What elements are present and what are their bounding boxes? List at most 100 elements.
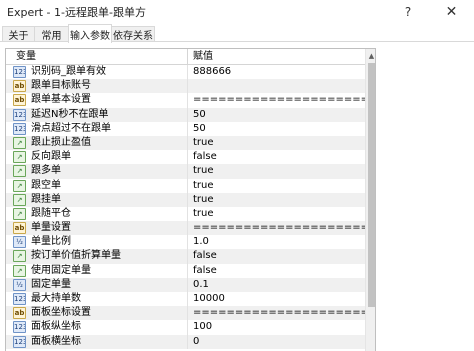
boolean-type-icon: ↗ bbox=[13, 151, 26, 164]
parameter-name-cell: ab 跟单目标账号 bbox=[6, 79, 188, 94]
boolean-type-icon: ↗ bbox=[13, 136, 26, 149]
parameter-name: 面板纵坐标 bbox=[31, 321, 81, 333]
parameter-value-field[interactable]: 1.0 bbox=[188, 235, 365, 249]
number-type-icon: 123 bbox=[13, 122, 26, 135]
tab-about[interactable]: 关于 bbox=[2, 26, 35, 42]
parameter-row[interactable]: ↗ 按订单价值折算单量 false bbox=[6, 249, 365, 264]
help-button[interactable]: ? bbox=[389, 0, 427, 24]
parameter-row[interactable]: ↗ 跟多单 true bbox=[6, 164, 365, 179]
parameter-name-cell: ↗ 使用固定单量 bbox=[6, 263, 188, 278]
parameter-row[interactable]: ↗ 反向跟单 false bbox=[6, 150, 365, 165]
parameter-value-field[interactable]: 50 bbox=[188, 122, 365, 136]
parameter-value-field[interactable]: false bbox=[188, 264, 365, 278]
parameter-name-cell: ab 跟单基本设置 bbox=[6, 93, 188, 108]
parameter-name: 单量设置 bbox=[31, 222, 71, 234]
parameter-row[interactable]: ↗ 跟挂单 true bbox=[6, 192, 365, 207]
parameter-row[interactable]: ab 跟单目标账号 bbox=[6, 79, 365, 94]
number-type-icon: 123 bbox=[13, 66, 26, 78]
parameter-row[interactable]: 123 面板纵坐标 100 bbox=[6, 320, 365, 335]
string-type-icon: ab bbox=[13, 80, 26, 93]
parameter-row[interactable]: ↗ 跟止损止盈值 true bbox=[6, 135, 365, 151]
parameter-value-field[interactable]: true bbox=[188, 136, 365, 150]
column-header-value[interactable]: 赋值 bbox=[188, 49, 365, 65]
parameter-row[interactable]: ↗ 跟空单 true bbox=[6, 178, 365, 193]
parameter-value-field[interactable]: true bbox=[188, 164, 365, 178]
parameter-row[interactable]: ↗ 使用固定单量 false bbox=[6, 263, 365, 278]
parameter-name-cell: 123 延迟N秒不在跟单 bbox=[6, 107, 188, 122]
boolean-type-icon: ↗ bbox=[13, 165, 26, 178]
boolean-type-icon: ↗ bbox=[13, 207, 26, 220]
parameter-value-field[interactable]: 50 bbox=[188, 108, 365, 122]
parameter-row[interactable]: ab 跟单基本设置 ====================== bbox=[6, 93, 365, 108]
parameter-name-cell: 123 识别码_跟单有效 bbox=[6, 65, 188, 80]
close-button[interactable]: ✕ bbox=[429, 0, 474, 24]
number-type-icon: ½ bbox=[13, 236, 26, 249]
tab-strip: 关于 常用 输入参数 依存关系 bbox=[0, 24, 474, 43]
boolean-type-icon: ↗ bbox=[13, 193, 26, 206]
parameter-name: 延迟N秒不在跟单 bbox=[31, 108, 109, 120]
parameter-name: 使用固定单量 bbox=[31, 264, 91, 276]
parameter-row[interactable]: ↗ 跟随平仓 true bbox=[6, 206, 365, 222]
parameter-row[interactable]: 123 最大持单数 10000 bbox=[6, 292, 365, 307]
parameter-name-cell: ½ 固定单量 bbox=[6, 277, 188, 292]
parameter-name: 面板横坐标 bbox=[31, 335, 81, 347]
scroll-up-arrow-icon[interactable]: ▲ bbox=[366, 49, 375, 62]
parameter-name-cell: ↗ 跟挂单 bbox=[6, 192, 188, 207]
tab-dependencies[interactable]: 依存关系 bbox=[111, 26, 155, 42]
parameter-row[interactable]: 123 滑点超过不在跟单 50 bbox=[6, 121, 365, 136]
column-header-variable[interactable]: 变量 bbox=[6, 49, 188, 65]
number-type-icon: 123 bbox=[13, 321, 26, 334]
string-type-icon: ab bbox=[13, 222, 26, 235]
parameter-row[interactable]: ab 单量设置 ====================== bbox=[6, 221, 365, 236]
parameter-value-field[interactable]: 888666 bbox=[188, 65, 365, 79]
parameter-name: 跟多单 bbox=[31, 165, 61, 177]
parameter-name: 滑点超过不在跟单 bbox=[31, 122, 111, 134]
parameter-row[interactable]: 123 面板横坐标 0 bbox=[6, 334, 365, 349]
string-type-icon: ab bbox=[13, 307, 26, 320]
parameter-name-cell: ↗ 跟随平仓 bbox=[6, 206, 188, 222]
parameters-list: 123 识别码_跟单有效 888666 ab 跟单目标账号 ab 跟单基本设置 =======… bbox=[6, 65, 365, 349]
parameter-row[interactable]: ½ 单量比例 1.0 bbox=[6, 235, 365, 250]
parameter-value-field[interactable]: 0 bbox=[188, 335, 365, 349]
parameter-value-field[interactable]: ====================== bbox=[188, 221, 365, 235]
boolean-type-icon: ↗ bbox=[13, 250, 26, 263]
parameter-row[interactable]: ½ 固定单量 0.1 bbox=[6, 277, 365, 292]
parameter-name: 跟挂单 bbox=[31, 193, 61, 205]
scrollbar-thumb[interactable] bbox=[368, 63, 375, 307]
parameter-name: 跟随平仓 bbox=[31, 207, 71, 219]
boolean-type-icon: ↗ bbox=[13, 179, 26, 192]
number-type-icon: ½ bbox=[13, 278, 26, 291]
parameter-name-cell: ↗ 跟空单 bbox=[6, 178, 188, 193]
parameter-value-field[interactable]: 0.1 bbox=[188, 278, 365, 292]
parameter-row[interactable]: ab 面板坐标设置 ====================== bbox=[6, 306, 365, 321]
tab-common[interactable]: 常用 bbox=[34, 26, 69, 42]
parameter-name-cell: 123 最大持单数 bbox=[6, 292, 188, 307]
parameter-name: 跟空单 bbox=[31, 179, 61, 191]
parameter-name-cell: ab 单量设置 bbox=[6, 221, 188, 236]
parameter-name-cell: 123 面板横坐标 bbox=[6, 334, 188, 349]
parameter-name: 跟止损止盈值 bbox=[31, 136, 91, 148]
parameter-value-field[interactable]: false bbox=[188, 150, 365, 164]
parameter-name: 识别码_跟单有效 bbox=[31, 66, 106, 77]
parameters-grid: 变量 赋值 123 识别码_跟单有效 888666 ab 跟单目标账号 ab 跟单基本设置 =… bbox=[5, 48, 376, 351]
parameter-name: 反向跟单 bbox=[31, 151, 71, 163]
window-title: Expert - 1-远程跟单-跟单方 bbox=[7, 6, 146, 19]
parameter-value-field[interactable] bbox=[188, 79, 365, 93]
parameter-row[interactable]: 123 识别码_跟单有效 888666 bbox=[6, 65, 365, 80]
number-type-icon: 123 bbox=[13, 293, 26, 305]
parameter-value-field[interactable]: false bbox=[188, 249, 365, 263]
parameter-name: 面板坐标设置 bbox=[31, 307, 91, 319]
parameter-value-field[interactable]: ====================== bbox=[188, 93, 365, 107]
parameter-value-field[interactable]: true bbox=[188, 207, 365, 221]
parameter-value-field[interactable]: ====================== bbox=[188, 306, 365, 320]
parameter-row[interactable]: 123 延迟N秒不在跟单 50 bbox=[6, 107, 365, 122]
title-bar: Expert - 1-远程跟单-跟单方 ? ✕ bbox=[0, 0, 474, 24]
parameter-name-cell: ↗ 跟止损止盈值 bbox=[6, 135, 188, 151]
parameter-value-field[interactable]: true bbox=[188, 193, 365, 207]
parameter-value-field[interactable]: 10000 bbox=[188, 292, 365, 306]
vertical-scrollbar[interactable]: ▲ bbox=[365, 49, 375, 351]
parameter-value-field[interactable]: true bbox=[188, 179, 365, 193]
parameter-value-field[interactable]: 100 bbox=[188, 320, 365, 334]
grid-header: 变量 赋值 bbox=[6, 49, 365, 65]
tab-inputs[interactable]: 输入参数 bbox=[68, 24, 112, 43]
